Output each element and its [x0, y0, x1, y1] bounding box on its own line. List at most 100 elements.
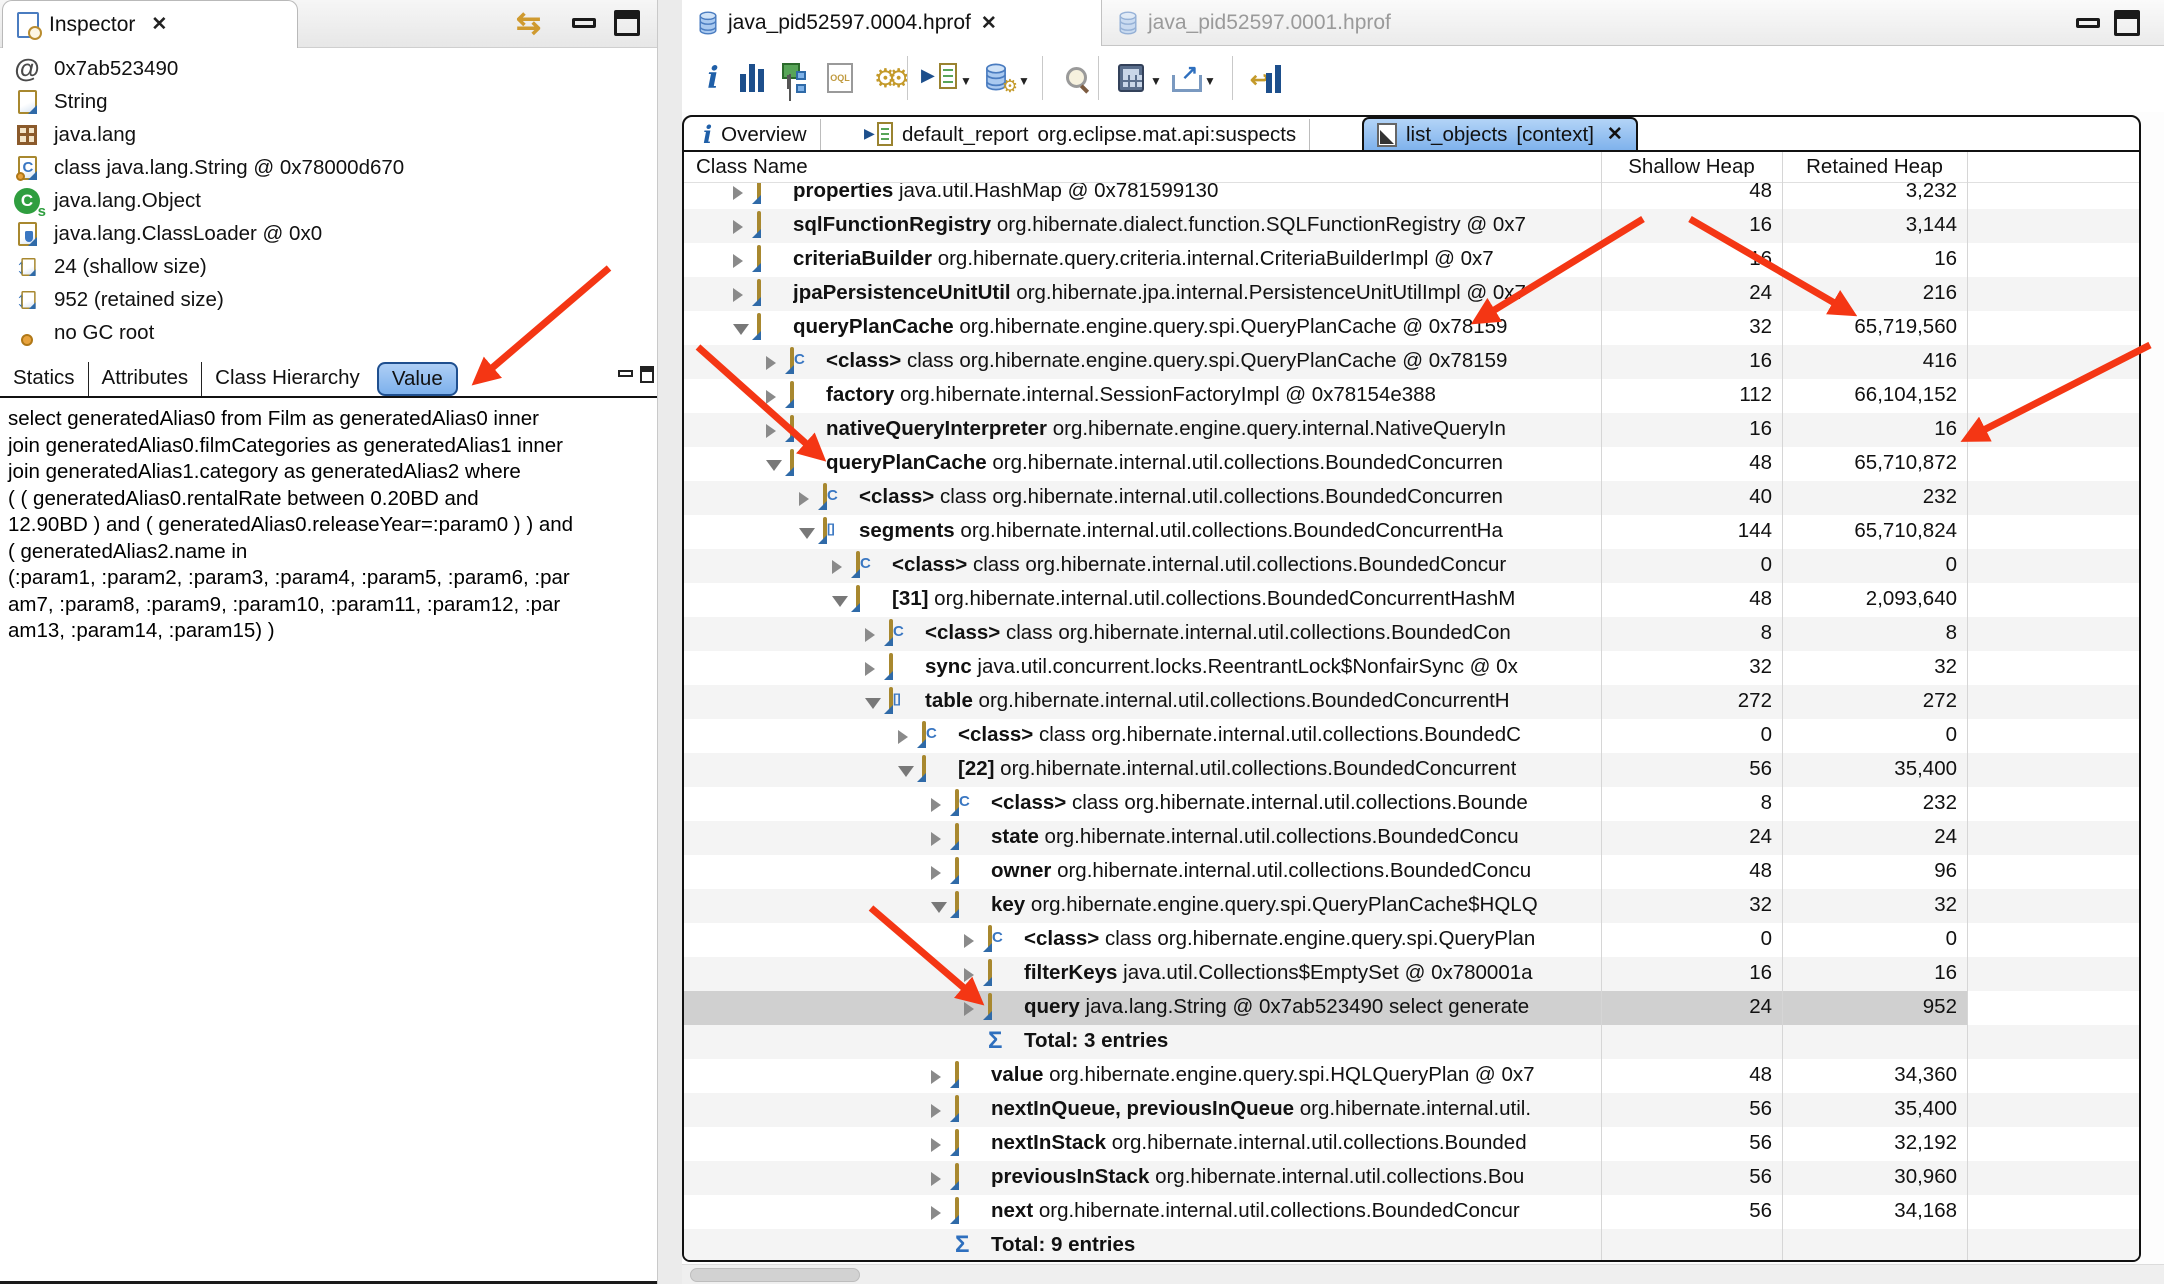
tab-list-objects[interactable]: list_objects [context] ✕ — [1362, 117, 1638, 150]
table-row[interactable]: queryPlanCache org.hibernate.engine.quer… — [684, 311, 2139, 345]
expand-icon[interactable] — [931, 1206, 941, 1220]
expand-icon[interactable] — [931, 832, 941, 846]
table-row[interactable]: C <class> class org.hibernate.internal.ut… — [684, 549, 2139, 583]
oql-icon[interactable]: OQL — [821, 58, 859, 98]
table-row[interactable]: nextInStack org.hibernate.internal.util.… — [684, 1127, 2139, 1161]
inspector-item[interactable]: Cclass java.lang.String @ 0x78000d670 — [0, 151, 657, 184]
dominator-tree-icon[interactable] — [778, 58, 816, 98]
table-row[interactable]: state org.hibernate.internal.util.collec… — [684, 821, 2139, 855]
table-row[interactable]: queryPlanCache org.hibernate.internal.ut… — [684, 447, 2139, 481]
total-row[interactable]: Σ Total: 3 entries — [684, 1025, 2139, 1059]
table-row[interactable]: nextInQueue, previousInQueue org.hiberna… — [684, 1093, 2139, 1127]
table-row[interactable]: C <class> class org.hibernate.internal.ut… — [684, 617, 2139, 651]
search-icon[interactable] — [1058, 58, 1096, 98]
maximize-icon[interactable] — [2114, 10, 2140, 36]
info-icon[interactable]: i — [694, 58, 732, 98]
table-row[interactable]: owner org.hibernate.internal.util.collec… — [684, 855, 2139, 889]
inspector-item[interactable]: @0x7ab523490 — [0, 52, 657, 85]
tab-default-report[interactable]: default_report org.eclipse.mat.api:suspe… — [854, 119, 1311, 150]
column-separator[interactable] — [1967, 152, 1968, 1260]
table-row[interactable]: jpaPersistenceUnitUtil org.hibernate.jpa… — [684, 277, 2139, 311]
expand-icon[interactable] — [865, 628, 875, 642]
expand-icon[interactable] — [832, 560, 842, 574]
expand-icon[interactable] — [931, 1104, 941, 1118]
collapse-icon[interactable] — [766, 460, 782, 471]
total-row[interactable]: Σ Total: 9 entries — [684, 1229, 2139, 1260]
inspector-item[interactable]: java.lang.ClassLoader @ 0x0 — [0, 217, 657, 250]
expand-icon[interactable] — [931, 1138, 941, 1152]
table-row[interactable]: query java.lang.String @ 0x7ab523490 sel… — [684, 991, 2139, 1025]
inspector-item[interactable]: ↕24 (shallow size) — [0, 250, 657, 283]
table-row[interactable]: C <class> class org.hibernate.engine.quer… — [684, 345, 2139, 379]
expand-icon[interactable] — [931, 866, 941, 880]
expand-icon[interactable] — [733, 220, 743, 234]
inspector-tab-attributes[interactable]: Attributes — [89, 362, 203, 396]
heap-query-icon[interactable]: ⚙ — [980, 58, 1018, 98]
inspector-tab-value[interactable]: Value — [376, 362, 458, 396]
run-report-icon-dropdown[interactable]: ▼ — [960, 74, 972, 88]
tab-hprof-0004[interactable]: java_pid52597.0004.hprof ✕ — [682, 0, 1102, 46]
table-row[interactable]: key org.hibernate.engine.query.spi.Query… — [684, 889, 2139, 923]
table-row[interactable]: next org.hibernate.internal.util.collect… — [684, 1195, 2139, 1229]
expand-icon[interactable] — [766, 424, 776, 438]
expand-icon[interactable] — [964, 968, 974, 982]
view-restore-icon[interactable] — [640, 366, 654, 383]
table-row[interactable]: factory org.hibernate.internal.SessionFa… — [684, 379, 2139, 413]
collapse-icon[interactable] — [733, 324, 749, 335]
tab-inspector[interactable]: Inspector ✕ — [2, 0, 298, 48]
collapse-icon[interactable] — [799, 528, 815, 539]
table-row[interactable]: [] segments org.hibernate.internal.util.c… — [684, 515, 2139, 549]
expand-icon[interactable] — [964, 934, 974, 948]
swap-arrows-icon[interactable]: ⇆ — [516, 6, 541, 41]
column-separator[interactable] — [1782, 152, 1783, 1260]
column-separator[interactable] — [1601, 152, 1602, 1260]
column-retained-heap[interactable]: Retained Heap — [1782, 155, 1967, 179]
inspector-item[interactable]: ↕952 (retained size) — [0, 283, 657, 316]
table-row[interactable]: nativeQueryInterpreter org.hibernate.eng… — [684, 413, 2139, 447]
column-shallow-heap[interactable]: Shallow Heap — [1601, 155, 1782, 179]
close-icon[interactable]: ✕ — [1607, 123, 1623, 146]
expand-icon[interactable] — [931, 1070, 941, 1084]
expand-icon[interactable] — [766, 390, 776, 404]
table-row[interactable]: sqlFunctionRegistry org.hibernate.dialec… — [684, 209, 2139, 243]
table-row[interactable]: C <class> class org.hibernate.internal.ut… — [684, 481, 2139, 515]
tab-overview[interactable]: i Overview — [690, 119, 821, 150]
table-row[interactable]: [31] org.hibernate.internal.util.collect… — [684, 583, 2139, 617]
table-row[interactable]: [22] org.hibernate.internal.util.collect… — [684, 753, 2139, 787]
expand-icon[interactable] — [733, 254, 743, 268]
view-minimize-icon[interactable] — [618, 370, 633, 377]
inspector-item[interactable]: String — [0, 85, 657, 118]
collapse-icon[interactable] — [832, 596, 848, 607]
heap-query-icon-dropdown[interactable]: ▼ — [1018, 74, 1030, 88]
table-row[interactable]: sync java.util.concurrent.locks.Reentran… — [684, 651, 2139, 685]
calculate-retained-icon[interactable] — [1112, 58, 1150, 98]
table-row[interactable]: criteriaBuilder org.hibernate.query.crit… — [684, 243, 2139, 277]
compare-icon[interactable] — [1248, 58, 1286, 98]
run-report-icon[interactable] — [921, 58, 960, 98]
table-row[interactable]: C <class> class org.hibernate.internal.ut… — [684, 787, 2139, 821]
export-icon[interactable] — [1166, 58, 1204, 98]
tab-hprof-0001[interactable]: java_pid52597.0001.hprof — [1102, 0, 1522, 46]
expand-icon[interactable] — [898, 730, 908, 744]
table-row[interactable]: value org.hibernate.engine.query.spi.HQL… — [684, 1059, 2139, 1093]
maximize-icon[interactable] — [614, 10, 640, 36]
expand-icon[interactable] — [799, 492, 809, 506]
table-row[interactable]: previousInStack org.hibernate.internal.u… — [684, 1161, 2139, 1195]
table-row[interactable]: C <class> class org.hibernate.internal.ut… — [684, 719, 2139, 753]
expand-icon[interactable] — [931, 1172, 941, 1186]
inspector-item[interactable]: java.lang — [0, 118, 657, 151]
expand-icon[interactable] — [766, 356, 776, 370]
inspector-tab-class-hierarchy[interactable]: Class Hierarchy — [202, 362, 373, 396]
scrollbar-thumb[interactable] — [690, 1268, 860, 1282]
table-row[interactable]: C <class> class org.hibernate.engine.quer… — [684, 923, 2139, 957]
expand-icon[interactable] — [733, 288, 743, 302]
close-icon[interactable]: ✕ — [151, 13, 167, 36]
column-class-name[interactable]: Class Name — [696, 155, 808, 179]
collapse-icon[interactable] — [865, 698, 881, 709]
expand-icon[interactable] — [964, 1002, 974, 1016]
horizontal-scrollbar[interactable] — [682, 1264, 2164, 1284]
expand-icon[interactable] — [931, 798, 941, 812]
calculate-retained-icon-dropdown[interactable]: ▼ — [1150, 74, 1162, 88]
minimize-icon[interactable] — [2076, 18, 2100, 28]
expand-icon[interactable] — [733, 186, 743, 200]
